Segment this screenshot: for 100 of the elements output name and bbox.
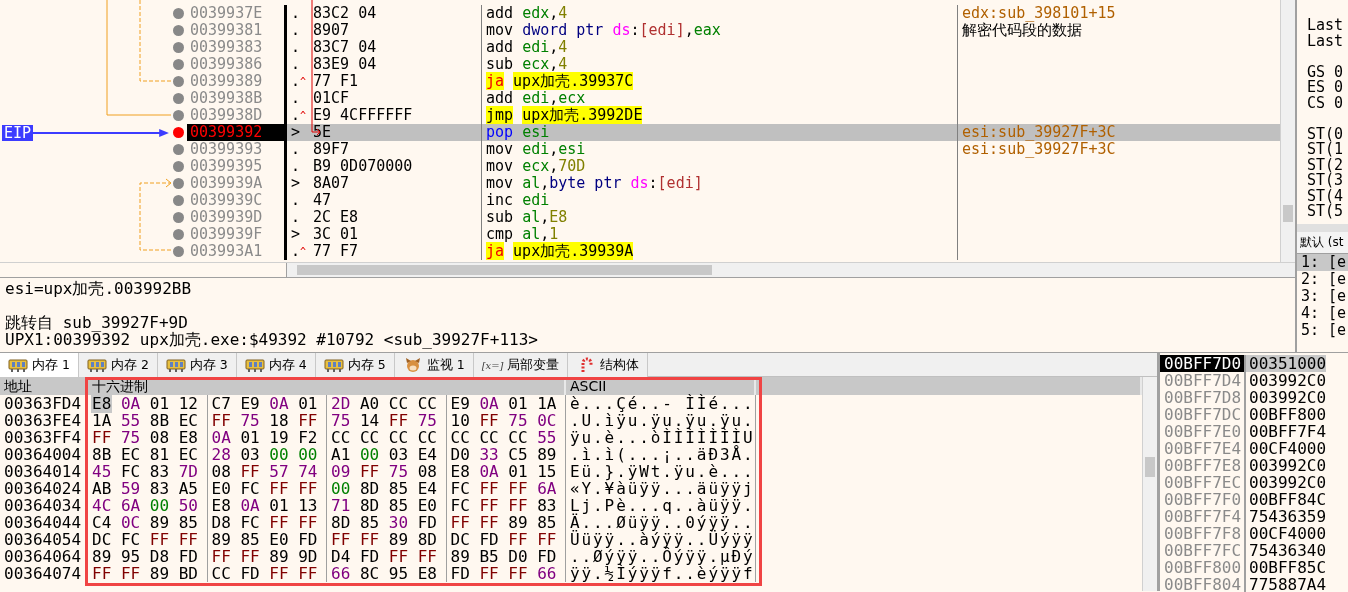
hex-byte[interactable]: 71 xyxy=(330,496,352,515)
hex-byte[interactable]: 45 xyxy=(91,462,113,481)
hex-byte[interactable]: 6A xyxy=(536,479,558,498)
hex-byte[interactable]: 85 xyxy=(387,496,409,515)
hex-byte[interactable]: BD xyxy=(177,564,199,583)
hex-byte[interactable]: FF xyxy=(449,513,471,532)
hex-byte[interactable]: 0A xyxy=(239,496,261,515)
hex-byte[interactable]: FF xyxy=(507,479,529,498)
hex-byte[interactable]: 8D xyxy=(358,496,381,515)
hex-byte[interactable]: 85 xyxy=(387,479,409,498)
hex-byte[interactable]: D0 xyxy=(507,547,529,566)
scrollbar-thumb[interactable] xyxy=(297,265,712,275)
hex-byte[interactable]: 4C xyxy=(91,496,113,515)
hex-byte[interactable]: 8D xyxy=(416,530,438,549)
hex-byte[interactable]: 89 xyxy=(91,547,113,566)
hex-byte[interactable]: FF xyxy=(239,462,261,481)
hex-byte[interactable]: CC xyxy=(478,428,500,447)
breakpoint-dot[interactable] xyxy=(173,246,184,257)
list-item[interactable]: 5: [e xyxy=(1297,322,1348,339)
hex-byte[interactable]: FF xyxy=(536,530,558,549)
hex-byte[interactable]: E8 xyxy=(177,428,199,447)
hex-byte[interactable]: D8 xyxy=(148,547,170,566)
breakpoint-dot[interactable] xyxy=(173,76,184,87)
tab[interactable]: 内存 3 xyxy=(157,353,237,377)
hex-byte[interactable]: 03 xyxy=(239,445,261,464)
hex-byte[interactable]: EC xyxy=(177,411,199,430)
hex-byte[interactable]: D8 xyxy=(210,513,232,532)
hex-byte[interactable]: CC xyxy=(416,428,438,447)
hex-byte[interactable]: FF xyxy=(210,411,232,430)
hex-byte[interactable]: C7 xyxy=(210,394,232,413)
hex-byte[interactable]: FF xyxy=(91,428,113,447)
hex-byte[interactable]: C4 xyxy=(91,513,113,532)
tab[interactable]: 内存 5 xyxy=(315,353,395,377)
hex-byte[interactable]: E4 xyxy=(416,479,438,498)
tab[interactable]: 监视 1 xyxy=(394,353,474,377)
hex-byte[interactable]: 18 xyxy=(268,411,290,430)
scrollbar[interactable] xyxy=(287,263,1295,277)
hex-byte[interactable]: DC xyxy=(91,530,113,549)
hex-byte[interactable]: 75 xyxy=(387,462,409,481)
hex-byte[interactable]: FF xyxy=(210,547,232,566)
hex-byte[interactable]: 83 xyxy=(536,496,558,515)
breakpoint-dot[interactable] xyxy=(173,195,184,206)
hex-byte[interactable]: 74 xyxy=(297,462,319,481)
hex-byte[interactable]: 0C xyxy=(536,411,558,430)
hex-byte[interactable]: 89 xyxy=(536,445,558,464)
hex-byte[interactable]: E8 xyxy=(416,564,438,583)
hex-byte[interactable]: 00 xyxy=(148,496,170,515)
hex-byte[interactable]: F2 xyxy=(297,428,319,447)
hex-byte[interactable]: E0 xyxy=(268,530,290,549)
hex-byte[interactable]: 9D xyxy=(297,547,319,566)
hex-byte[interactable]: FF xyxy=(478,564,500,583)
hex-byte[interactable]: CC xyxy=(387,394,409,413)
hex-byte[interactable]: FF xyxy=(148,530,170,549)
hex-byte[interactable]: 6A xyxy=(119,496,142,515)
hex-byte[interactable]: 85 xyxy=(177,513,199,532)
hex-byte[interactable]: 59 xyxy=(119,479,142,498)
hex-byte[interactable]: 8B xyxy=(91,445,113,464)
hex-byte[interactable]: CC xyxy=(416,394,438,413)
hex-byte[interactable]: 0A xyxy=(210,428,232,447)
tab[interactable]: 内存 2 xyxy=(78,353,158,377)
hex-byte[interactable]: 89 xyxy=(210,530,232,549)
hex-byte[interactable]: 85 xyxy=(239,530,261,549)
breakpoint-dot[interactable] xyxy=(173,59,184,70)
hex-byte[interactable]: 95 xyxy=(119,547,142,566)
hex-byte[interactable]: A1 xyxy=(330,445,352,464)
hex-byte[interactable]: C5 xyxy=(507,445,529,464)
hex-byte[interactable]: CC xyxy=(449,428,471,447)
hex-byte[interactable]: 01 xyxy=(297,394,319,413)
hex-byte[interactable]: 50 xyxy=(177,496,199,515)
hex-byte[interactable]: CC xyxy=(387,428,409,447)
hex-byte[interactable]: FD xyxy=(177,547,199,566)
hex-byte[interactable]: 01 xyxy=(507,462,529,481)
tab[interactable]: [x=] 局部变量 xyxy=(473,353,569,377)
hex-byte[interactable]: FF xyxy=(387,411,409,430)
hex-byte[interactable]: A5 xyxy=(177,479,199,498)
hex-byte[interactable]: 00 xyxy=(330,479,352,498)
hex-byte[interactable]: 7D xyxy=(177,462,199,481)
hex-byte[interactable]: 89 xyxy=(148,564,170,583)
hex-byte[interactable]: D0 xyxy=(449,445,471,464)
hex-byte[interactable]: 75 xyxy=(330,411,352,430)
hex-byte[interactable]: 00 xyxy=(268,445,290,464)
hex-byte[interactable]: EC xyxy=(119,445,142,464)
scrollbar-thumb[interactable] xyxy=(1145,457,1155,477)
hex-byte[interactable]: FC xyxy=(119,530,142,549)
hex-byte[interactable]: 75 xyxy=(239,411,261,430)
hex-byte[interactable]: E8 xyxy=(449,462,471,481)
breakpoint-dot[interactable] xyxy=(173,212,184,223)
hex-byte[interactable]: 33 xyxy=(478,445,500,464)
list-item[interactable]: 2: [e xyxy=(1297,271,1348,288)
hex-byte[interactable]: 08 xyxy=(148,428,170,447)
hex-byte[interactable]: 28 xyxy=(210,445,232,464)
hex-byte[interactable]: 30 xyxy=(387,513,409,532)
tab[interactable]: 结构体 xyxy=(568,353,649,377)
hex-byte[interactable]: FF xyxy=(268,513,290,532)
breakpoint-dot[interactable] xyxy=(173,110,184,121)
hex-byte[interactable]: CC xyxy=(358,428,381,447)
hex-byte[interactable]: 0A xyxy=(268,394,290,413)
hex-byte[interactable]: FD xyxy=(478,530,500,549)
tab[interactable]: 内存 1 xyxy=(0,353,79,377)
hex-byte[interactable]: 83 xyxy=(148,462,170,481)
